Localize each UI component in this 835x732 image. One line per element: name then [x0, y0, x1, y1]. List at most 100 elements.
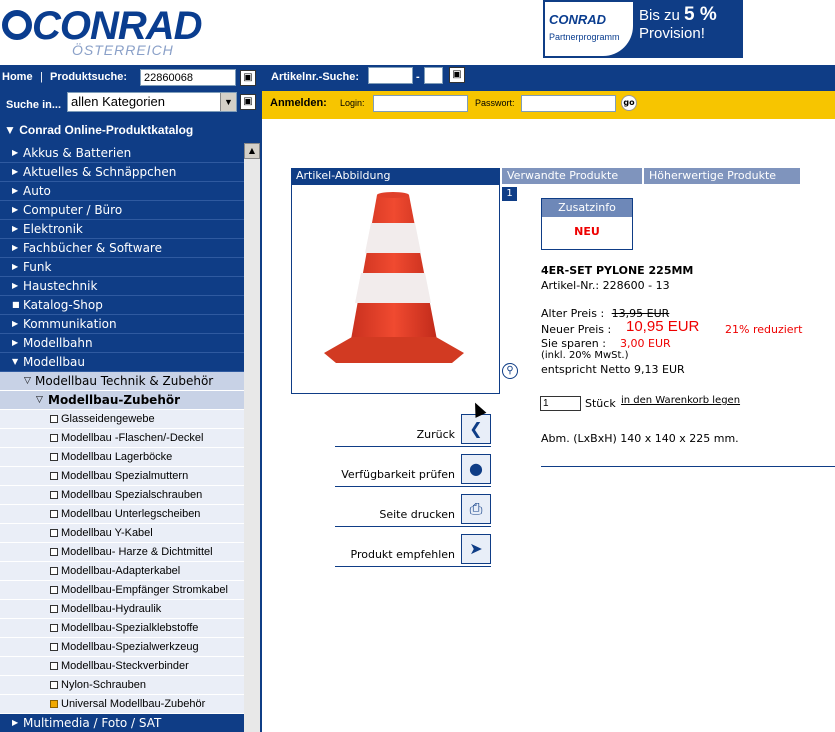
leaf-label: Modellbau Y-Kabel — [61, 527, 153, 539]
artikelnr-input-2[interactable] — [424, 67, 443, 84]
scroll-up-icon[interactable]: ▲ — [244, 143, 260, 159]
back-action[interactable]: Zurück ❮ — [335, 413, 491, 447]
login-input[interactable] — [373, 95, 468, 112]
sidebar-category-label: Kommunikation — [23, 317, 117, 331]
sidebar-leaf[interactable]: Modellbau-Adapterkabel — [0, 562, 244, 581]
add-to-cart-link[interactable]: in den Warenkorb legen — [621, 395, 740, 406]
leaf-label: Modellbau-Empfänger Stromkabel — [61, 584, 228, 596]
checkbox-icon — [50, 548, 58, 556]
triangle-right-icon: ▶ — [12, 281, 19, 290]
leaf-label: Glasseidengewebe — [61, 413, 155, 425]
sidebar-category[interactable]: ▶ Computer / Büro — [0, 201, 244, 220]
checkbox-icon — [50, 662, 58, 670]
checkbox-icon — [50, 700, 58, 708]
sparen-label: Sie sparen : — [541, 337, 606, 350]
suche-in-label: Suche in... — [6, 99, 62, 111]
product-title: 4ER-SET PYLONE 225MM — [541, 264, 694, 277]
tab-artikel-abbildung[interactable]: Artikel-Abbildung — [291, 168, 500, 184]
sidebar-category[interactable]: ▼ Modellbau — [0, 353, 244, 372]
sidebar-category-label: Modellbahn — [23, 336, 93, 350]
banner-line1-pre: Bis zu — [639, 7, 685, 24]
sidebar-category[interactable]: ■ Katalog-Shop — [0, 296, 244, 315]
sidebar-leaf[interactable]: Modellbau Y-Kabel — [0, 524, 244, 543]
category-binoculars-icon[interactable]: ▣ — [240, 94, 256, 110]
leaf-label: Modellbau -Flaschen/-Deckel — [61, 432, 204, 444]
dimensions-text: Abm. (LxBxH) 140 x 140 x 225 mm. — [541, 432, 739, 445]
category-select[interactable]: allen Kategorien ▼ — [67, 92, 237, 112]
partner-banner[interactable]: CONRAD Partnerprogramm Bis zu 5 % Provis… — [543, 0, 743, 58]
sidebar-category[interactable]: ▶ Funk — [0, 258, 244, 277]
product-artikelnr: Artikel-Nr.: 228600 - 13 — [541, 279, 670, 292]
sidebar-category[interactable]: ▶ Fachbücher & Software — [0, 239, 244, 258]
traffic-cone-image[interactable] — [292, 185, 499, 393]
sidebar-subcategory-active[interactable]: ▽ Modellbau-Zubehör — [0, 391, 244, 410]
image-count-badge[interactable]: 1 — [502, 187, 517, 201]
sidebar-category[interactable]: ▶ Modellbahn — [0, 334, 244, 353]
search-binoculars-icon[interactable]: ▣ — [240, 70, 256, 86]
neu-badge: NEU — [574, 225, 600, 238]
triangle-right-icon: ▶ — [12, 338, 19, 347]
printer-icon[interactable]: ⎙ — [461, 494, 491, 524]
checkbox-icon — [50, 643, 58, 651]
sidebar-leaf[interactable]: Modellbau -Flaschen/-Deckel — [0, 429, 244, 448]
reduziert-label: 21% reduziert — [725, 323, 803, 336]
produktsuche-label: Produktsuche: — [50, 71, 128, 83]
tab-hoeherwertige-produkte[interactable]: Höherwertige Produkte — [644, 168, 800, 184]
leaf-label: Modellbau-Steckverbinder — [61, 660, 189, 672]
chevron-down-icon[interactable]: ▼ — [220, 93, 236, 111]
recommend-action[interactable]: Produkt empfehlen ➤ — [335, 533, 491, 567]
recommend-icon[interactable]: ➤ — [461, 534, 491, 564]
back-icon[interactable]: ❮ — [461, 414, 491, 444]
sidebar-leaf[interactable]: Modellbau Spezialschrauben — [0, 486, 244, 505]
sidebar-category-label: Katalog-Shop — [23, 298, 103, 312]
sidebar-leaf[interactable]: Modellbau Unterlegscheiben — [0, 505, 244, 524]
sidebar-category[interactable]: ▶ Kommunikation — [0, 315, 244, 334]
conrad-logo[interactable]: CONRAD ÖSTERREICH — [2, 4, 203, 58]
print-action[interactable]: Seite drucken ⎙ — [335, 493, 491, 527]
sidebar-leaf[interactable]: Nylon-Schrauben — [0, 676, 244, 695]
back-action-label: Zurück — [416, 428, 455, 441]
go-button[interactable]: go — [621, 95, 637, 111]
sidebar-leaf[interactable]: Modellbau-Steckverbinder — [0, 657, 244, 676]
sidebar-category[interactable]: ▶ Multimedia / Foto / SAT — [0, 714, 244, 732]
sidebar-leaf[interactable]: Modellbau-Spezialwerkzeug — [0, 638, 244, 657]
artikelnr-input-1[interactable] — [368, 67, 413, 84]
sidebar-category[interactable]: ▶ Auto — [0, 182, 244, 201]
sidebar-category[interactable]: ▶ Akkus & Batterien — [0, 144, 244, 163]
quantity-input[interactable] — [540, 396, 581, 411]
sidebar-title[interactable]: ▼ Conrad Online-Produktkatalog — [4, 123, 193, 137]
triangle-right-icon: ▶ — [12, 224, 19, 233]
produktsuche-input[interactable] — [140, 69, 236, 86]
triangle-down-icon: ▽ — [24, 376, 31, 386]
sidebar-category[interactable]: ▶ Haustechnik — [0, 277, 244, 296]
sidebar-scrollbar[interactable]: ▲ — [244, 143, 260, 732]
sidebar-category[interactable]: ▶ Elektronik — [0, 220, 244, 239]
sidebar-leaf[interactable]: Modellbau-Empfänger Stromkabel — [0, 581, 244, 600]
password-input[interactable] — [521, 95, 616, 112]
availability-action[interactable]: Verfügbarkeit prüfen ● — [335, 453, 491, 487]
print-action-label: Seite drucken — [379, 508, 455, 521]
sidebar-leaf[interactable]: Modellbau-Spezialklebstoffe — [0, 619, 244, 638]
leaf-label: Modellbau Spezialmuttern — [61, 470, 189, 482]
artikelnr-binoculars-icon[interactable]: ▣ — [449, 67, 465, 83]
home-link[interactable]: Home — [2, 71, 33, 83]
leaf-label: Modellbau- Harze & Dichtmittel — [61, 546, 213, 558]
sidebar-leaf[interactable]: Universal Modellbau-Zubehör — [0, 695, 244, 714]
leaf-label: Modellbau-Adapterkabel — [61, 565, 181, 577]
sidebar-category-label: Funk — [23, 260, 52, 274]
banner-line2: Provision! — [639, 25, 705, 42]
sidebar-leaf[interactable]: Glasseidengewebe — [0, 410, 244, 429]
sidebar-leaf[interactable]: Modellbau Lagerböcke — [0, 448, 244, 467]
sidebar-category[interactable]: ▶ Aktuelles & Schnäppchen — [0, 163, 244, 182]
zoom-icon[interactable]: ⚲ — [502, 363, 518, 379]
sidebar-leaf[interactable]: Modellbau-Hydraulik — [0, 600, 244, 619]
sidebar-leaf[interactable]: Modellbau Spezialmuttern — [0, 467, 244, 486]
traffic-light-icon[interactable]: ● — [461, 454, 491, 484]
checkbox-icon — [50, 472, 58, 480]
availability-action-label: Verfügbarkeit prüfen — [341, 468, 455, 481]
sidebar-subcategory[interactable]: ▽ Modellbau Technik & Zubehör — [0, 372, 244, 391]
square-icon: ■ — [12, 300, 20, 309]
tab-verwandte-produkte[interactable]: Verwandte Produkte — [502, 168, 642, 184]
sidebar-leaf[interactable]: Modellbau- Harze & Dichtmittel — [0, 543, 244, 562]
leaf-label: Modellbau-Hydraulik — [61, 603, 162, 615]
